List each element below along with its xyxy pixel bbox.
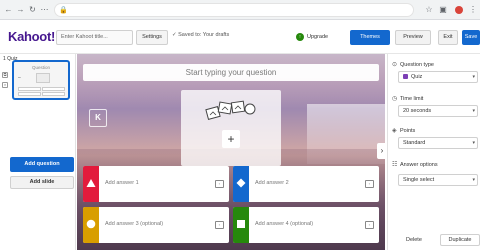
answer-option-4[interactable]: Add answer 4 (optional) ▫ [233, 207, 379, 243]
thumbnail-image-placeholder [36, 73, 50, 83]
url-text [69, 7, 399, 14]
question-type-icon: ⊙ [392, 62, 398, 68]
extension-icon[interactable]: ▣ [438, 5, 448, 15]
background-k-logo: K [89, 109, 107, 127]
answer-options-icon: ☷ [392, 162, 398, 168]
image-icon[interactable]: ▫ [215, 221, 224, 229]
upgrade-button[interactable]: ↑ Upgrade [296, 30, 342, 45]
question-type-select[interactable]: Quiz ▾ [398, 71, 478, 83]
kahoot-title-input[interactable]: Enter Kahoot title... [56, 30, 133, 45]
add-slide-button[interactable]: Add slide [10, 176, 74, 189]
thumbnail-title: Question [31, 65, 50, 70]
slide-list-panel: 1 Quiz ⧉ × Question – Add question Add s… [0, 54, 76, 250]
thumbnail-timer: – [18, 75, 21, 81]
answer-options-value: Single select [403, 177, 435, 183]
slide-thumbnail[interactable]: Question – [12, 60, 70, 100]
answer-color-block [83, 166, 99, 202]
site-info-icon[interactable]: ⋯ [40, 5, 49, 15]
time-limit-value: 20 seconds [403, 108, 432, 114]
clock-icon: ◷ [392, 96, 398, 102]
chevron-down-icon: ▾ [472, 108, 475, 114]
answer-input[interactable]: Add answer 2 [255, 180, 289, 186]
add-question-button[interactable]: Add question [10, 157, 74, 172]
save-button[interactable]: Save [462, 30, 480, 45]
triangle-icon [86, 179, 96, 187]
image-icon[interactable]: ▫ [365, 180, 374, 188]
time-limit-select[interactable]: 20 seconds ▾ [398, 105, 478, 117]
points-icon: ◈ [392, 128, 397, 134]
kahoot-logo[interactable]: Kahoot! [8, 29, 55, 44]
points-label: Points [400, 128, 416, 134]
image-icon[interactable]: ▫ [365, 221, 374, 229]
diamond-icon [236, 178, 246, 188]
exit-button[interactable]: Exit [438, 30, 458, 45]
saved-status: ✓ Saved to: Your drafts [172, 32, 230, 38]
media-upload-area[interactable]: + [181, 90, 281, 166]
reload-icon[interactable]: ↻ [28, 5, 37, 15]
chevron-down-icon: ▾ [472, 74, 475, 80]
points-value: Standard [403, 140, 426, 146]
time-limit-label: Time limit [400, 96, 424, 102]
image-icon[interactable]: ▫ [215, 180, 224, 188]
menu-icon[interactable]: ⋮ [468, 5, 478, 15]
add-media-button[interactable]: + [222, 130, 240, 148]
chevron-down-icon: ▾ [472, 140, 475, 146]
points-select[interactable]: Standard ▾ [398, 137, 478, 149]
upgrade-icon: ↑ [296, 32, 304, 41]
answer-color-block [233, 207, 249, 243]
answer-option-3[interactable]: Add answer 3 (optional) ▫ [83, 207, 229, 243]
browser-toolbar: ← → ↻ ⋯ 🔒 ☆ ▣ ⋮ [0, 0, 480, 20]
duplicate-button[interactable]: Duplicate [440, 234, 480, 246]
themes-button[interactable]: Themes [350, 30, 390, 45]
lock-icon: 🔒 [59, 7, 68, 14]
app-header: Kahoot! Enter Kahoot title... Settings ✓… [0, 20, 480, 54]
back-arrow-icon[interactable]: ← [4, 5, 13, 15]
chevron-down-icon: ▾ [472, 177, 475, 183]
answer-option-2[interactable]: Add answer 2 ▫ [233, 166, 379, 202]
address-bar[interactable]: 🔒 [54, 3, 414, 17]
square-icon [237, 220, 245, 228]
quiz-icon [403, 74, 408, 80]
question-input[interactable]: Start typing your question [83, 64, 379, 81]
question-settings-panel: ⊙ Question type Quiz ▾ ◷ Time limit 20 s… [387, 54, 480, 250]
answer-options-label: Answer options [400, 162, 438, 168]
profile-avatar[interactable] [455, 6, 463, 14]
answer-color-block [83, 207, 99, 243]
upgrade-label: Upgrade [307, 34, 329, 40]
star-icon[interactable]: ☆ [424, 5, 434, 15]
delete-button[interactable]: Delete [406, 237, 422, 243]
answer-input[interactable]: Add answer 1 [105, 180, 139, 186]
answer-input[interactable]: Add answer 4 (optional) [255, 221, 313, 227]
answer-option-1[interactable]: Add answer 1 ▫ [83, 166, 229, 202]
forward-arrow-icon[interactable]: → [16, 5, 25, 15]
chevron-right-icon[interactable]: › [377, 143, 385, 159]
question-canvas: K Start typing your question + › Add ans… [77, 54, 385, 250]
question-type-value: Quiz [411, 74, 423, 80]
question-type-label: Question type [400, 62, 434, 68]
thumbnail-answers [18, 87, 66, 96]
answer-input[interactable]: Add answer 3 (optional) [105, 221, 163, 227]
duplicate-slide-icon[interactable]: ⧉ [2, 72, 8, 78]
preview-button[interactable]: Preview [395, 30, 431, 45]
delete-slide-icon[interactable]: × [2, 82, 8, 88]
circle-icon [86, 219, 96, 229]
media-illustration-icon [205, 100, 256, 120]
settings-button[interactable]: Settings [136, 30, 168, 45]
answer-color-block [233, 166, 249, 202]
answer-options-select[interactable]: Single select ▾ [398, 174, 478, 186]
